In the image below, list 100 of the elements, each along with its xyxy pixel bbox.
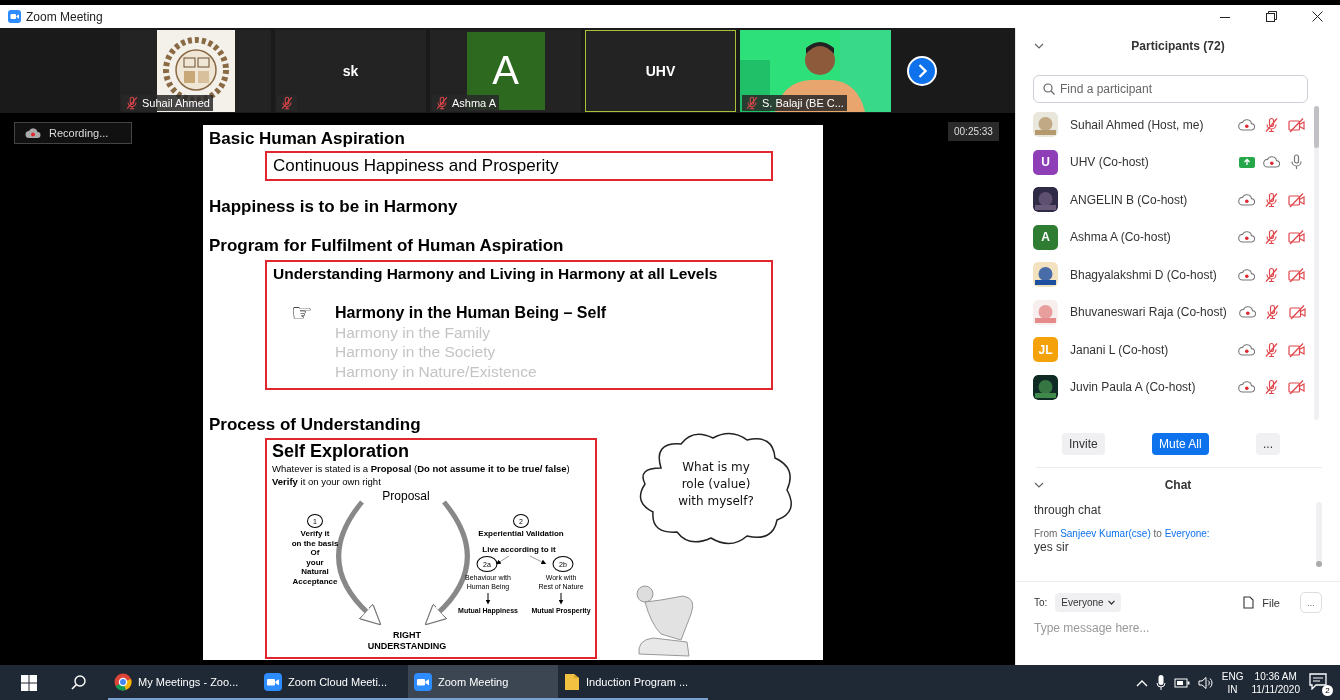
avatar: JL xyxy=(1033,337,1058,363)
chat-message: yes sir xyxy=(1034,539,1070,555)
file-button[interactable]: File xyxy=(1243,596,1280,609)
box-title: Understanding Harmony and Living in Harmony at all Levels xyxy=(273,265,719,283)
collapse-icon[interactable] xyxy=(1034,481,1044,489)
avatar-initial: A xyxy=(492,48,519,93)
close-icon xyxy=(1311,11,1323,22)
collapse-icon[interactable] xyxy=(1034,42,1044,50)
cloud-record-icon xyxy=(1238,304,1256,321)
cloud-record-icon xyxy=(25,127,41,139)
cloud-record-icon xyxy=(1238,379,1255,396)
avatar xyxy=(1033,299,1058,325)
diagram-label: Live according to it xyxy=(482,545,556,555)
notification-count: 2 xyxy=(1322,684,1333,696)
slide-heading: Program for Fulfilment of Human Aspiration xyxy=(209,236,565,256)
participant-name: S. Balaji (BE C... xyxy=(762,96,844,109)
diagram-label: Verify it on the basis Of your Natural Acceptance xyxy=(291,529,339,586)
restore-icon xyxy=(1265,11,1277,22)
avatar xyxy=(1033,262,1058,288)
chat-message: through chat xyxy=(1034,502,1102,518)
slide-heading: Basic Human Aspiration xyxy=(209,129,406,149)
window-title: Zoom Meeting xyxy=(26,9,103,24)
meeting-timer: 00:25:33 xyxy=(948,122,999,141)
arrow xyxy=(558,592,564,605)
file-icon xyxy=(1243,596,1255,609)
windows-logo-icon xyxy=(21,674,37,691)
more-button[interactable]: ... xyxy=(1300,592,1322,613)
next-page-icon[interactable] xyxy=(907,55,937,86)
avatar xyxy=(1033,374,1058,400)
cloud-record-icon xyxy=(1238,191,1255,208)
cloud-record-icon xyxy=(1263,154,1280,171)
participant-name[interactable]: Juvin Paula A (Co-host) xyxy=(1070,380,1226,395)
recording-indicator[interactable]: Recording... xyxy=(14,122,132,144)
video-tile[interactable]: UHV xyxy=(585,29,736,112)
recipient-link[interactable]: Everyone: xyxy=(1164,528,1210,539)
notifications-button[interactable]: 2 xyxy=(1308,671,1330,694)
avatar xyxy=(1033,112,1058,138)
document-icon xyxy=(564,672,580,691)
speaker-icon[interactable] xyxy=(1197,675,1214,690)
avatar: A xyxy=(1033,224,1058,250)
panel-title: Chat xyxy=(1164,478,1192,492)
app-logo-icon xyxy=(8,10,21,23)
slide-text: Verify it on your own right xyxy=(272,475,382,488)
participant-name[interactable]: Bhagyalakshmi D (Co-host) xyxy=(1070,267,1226,282)
participant-name[interactable]: UHV (Co-host) xyxy=(1070,155,1227,170)
avatar xyxy=(1033,187,1058,213)
taskbar-app[interactable]: My Meetings - Zoo... xyxy=(108,665,258,700)
participant-name[interactable]: Ashma A (Co-host) xyxy=(1070,230,1226,245)
taskbar-app[interactable]: Zoom Meeting xyxy=(408,665,558,700)
arrow xyxy=(529,555,547,565)
panel-button[interactable]: ... xyxy=(1255,433,1280,455)
taskbar-app[interactable]: Induction Program ... xyxy=(558,665,708,700)
cloud-record-icon xyxy=(1238,229,1255,246)
participant-name[interactable]: Suhail Ahmed (Host, me) xyxy=(1070,117,1226,132)
participant-name: UHV xyxy=(645,62,676,79)
browser-icon xyxy=(114,672,132,691)
panel-button[interactable]: Invite xyxy=(1062,433,1105,455)
scrollbar[interactable] xyxy=(1314,106,1319,420)
battery-icon[interactable] xyxy=(1173,676,1190,689)
participant-name: Ashma A xyxy=(452,96,497,109)
search-icon xyxy=(1043,83,1055,95)
language-indicator[interactable]: ENG IN xyxy=(1221,669,1244,696)
caret-icon xyxy=(1107,600,1115,605)
message-sender-line: From Sanjeev Kumar(cse) to Everyone: xyxy=(1034,528,1211,539)
participant-name[interactable]: Bhuvaneswari Raja (Co-host) xyxy=(1070,305,1227,320)
notification-icon xyxy=(1308,671,1328,690)
harmony-level: Harmony in Nature/Existence xyxy=(335,361,538,381)
boxed-statement: Continuous Happiness and Prosperity xyxy=(265,151,773,181)
recipient-dropdown[interactable]: Everyone xyxy=(1055,593,1121,612)
box-title: Self Exploration xyxy=(272,441,411,462)
cloud-record-icon xyxy=(1238,341,1255,358)
taskbar-app[interactable]: Zoom Cloud Meeti... xyxy=(258,665,408,700)
video-camera-icon xyxy=(414,672,432,691)
chevron-up-icon[interactable] xyxy=(1135,678,1148,687)
avatar: U xyxy=(1033,149,1058,175)
video-tile[interactable]: sk xyxy=(275,29,426,112)
diagram-label: Experiential Validation xyxy=(478,529,564,539)
diagram-label: Proposal xyxy=(382,492,430,502)
arrow xyxy=(485,592,491,605)
video-tile[interactable]: A Ashma A xyxy=(430,29,581,112)
participant-name[interactable]: ANGELIN B (Co-host) xyxy=(1070,192,1226,207)
cloud-record-icon xyxy=(1238,266,1255,283)
slide-text: Whatever is stated is a Proposal (Do not assume it to be true/ false) xyxy=(272,462,571,475)
mic-icon[interactable] xyxy=(1155,674,1166,691)
video-tile[interactable]: S. Balaji (BE C... xyxy=(740,29,891,112)
search-field[interactable]: Find a participant xyxy=(1033,75,1308,103)
scrollbar[interactable] xyxy=(1316,502,1322,567)
participant-name: Suhail Ahmed xyxy=(142,96,210,109)
to-label: To: xyxy=(1034,597,1048,608)
harmony-level: Harmony in the Society xyxy=(335,342,497,362)
video-tile[interactable]: Suhail Ahmed xyxy=(120,29,271,112)
pointing-hand: ☞ xyxy=(291,303,314,323)
video-camera-icon xyxy=(264,672,282,691)
clock[interactable]: 10:36 AM 11/11/2020 xyxy=(1251,669,1300,696)
participant-name[interactable]: Janani L (Co-host) xyxy=(1070,342,1226,357)
participant-name: sk xyxy=(342,62,359,79)
search-icon xyxy=(70,675,86,690)
diagram-label: RIGHT UNDERSTANDING xyxy=(367,630,447,652)
sender-link[interactable]: Sanjeev Kumar(cse) xyxy=(1060,528,1151,539)
panel-button[interactable]: Mute All xyxy=(1152,433,1209,455)
